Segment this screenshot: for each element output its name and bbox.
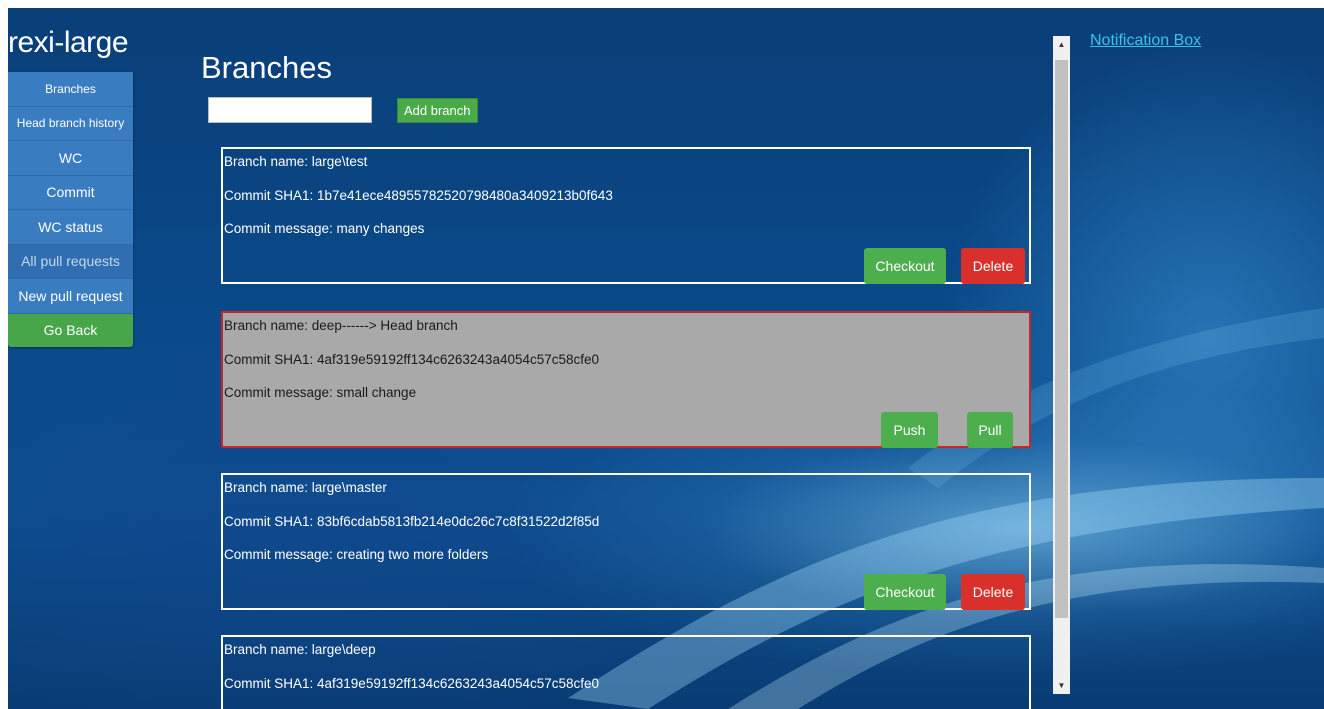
- app-viewport: rexi-large Branches Head branch history …: [8, 8, 1324, 709]
- scroll-up-arrow-icon[interactable]: ▲: [1053, 36, 1070, 53]
- branch-name: Branch name: large\test: [224, 154, 368, 169]
- delete-button[interactable]: Delete: [961, 574, 1025, 610]
- push-button[interactable]: Push: [881, 412, 938, 448]
- notification-box-link[interactable]: Notification Box: [1090, 32, 1201, 50]
- go-back-button[interactable]: Go Back: [8, 313, 133, 347]
- checkout-button[interactable]: Checkout: [864, 574, 946, 610]
- checkout-button[interactable]: Checkout: [864, 248, 946, 284]
- delete-button[interactable]: Delete: [961, 248, 1025, 284]
- branch-commit-sha: Commit SHA1: 4af319e59192ff134c6263243a4…: [224, 352, 600, 367]
- branch-commit-sha: Commit SHA1: 1b7e41ece48955782520798480a…: [224, 188, 613, 203]
- new-branch-name-input[interactable]: [208, 97, 372, 123]
- sidebar-item-branches[interactable]: Branches: [8, 72, 133, 107]
- pull-button[interactable]: Pull: [967, 412, 1013, 448]
- page-title: Branches: [201, 50, 332, 85]
- sidebar: Branches Head branch history WC Commit W…: [8, 72, 133, 347]
- branch-commit-sha: Commit SHA1: 83bf6cdab5813fb214e0dc26c7c…: [224, 514, 600, 529]
- sidebar-item-all-pull-requests[interactable]: All pull requests: [8, 244, 133, 279]
- add-branch-button[interactable]: Add branch: [397, 98, 478, 123]
- branch-commit-message: Commit message: small change: [224, 385, 417, 400]
- sidebar-item-commit[interactable]: Commit: [8, 175, 133, 210]
- scroll-down-arrow-icon[interactable]: ▼: [1053, 677, 1070, 694]
- branch-card: Branch name: large\test Commit SHA1: 1b7…: [221, 147, 1031, 284]
- branch-card: Branch name: large\deep Commit SHA1: 4af…: [221, 635, 1031, 709]
- sidebar-item-wc-status[interactable]: WC status: [8, 210, 133, 245]
- head-branch-card: Branch name: deep------> Head branch Com…: [221, 311, 1031, 448]
- sidebar-item-wc[interactable]: WC: [8, 141, 133, 176]
- sidebar-item-new-pull-request[interactable]: New pull request: [8, 279, 133, 314]
- branch-commit-message: Commit message: many changes: [224, 221, 425, 236]
- branch-name: Branch name: deep------> Head branch: [224, 318, 458, 333]
- branch-commit-sha: Commit SHA1: 4af319e59192ff134c6263243a4…: [224, 676, 600, 691]
- branch-name: Branch name: large\deep: [224, 642, 376, 657]
- sidebar-item-head-branch-history[interactable]: Head branch history: [8, 106, 133, 141]
- branch-card: Branch name: large\master Commit SHA1: 8…: [221, 473, 1031, 610]
- app-title: rexi-large: [8, 26, 129, 59]
- branch-name: Branch name: large\master: [224, 480, 387, 495]
- scrollbar-thumb[interactable]: [1055, 60, 1068, 618]
- branch-commit-message: Commit message: creating two more folder…: [224, 547, 489, 562]
- content-scrollbar[interactable]: ▲ ▼: [1053, 36, 1070, 694]
